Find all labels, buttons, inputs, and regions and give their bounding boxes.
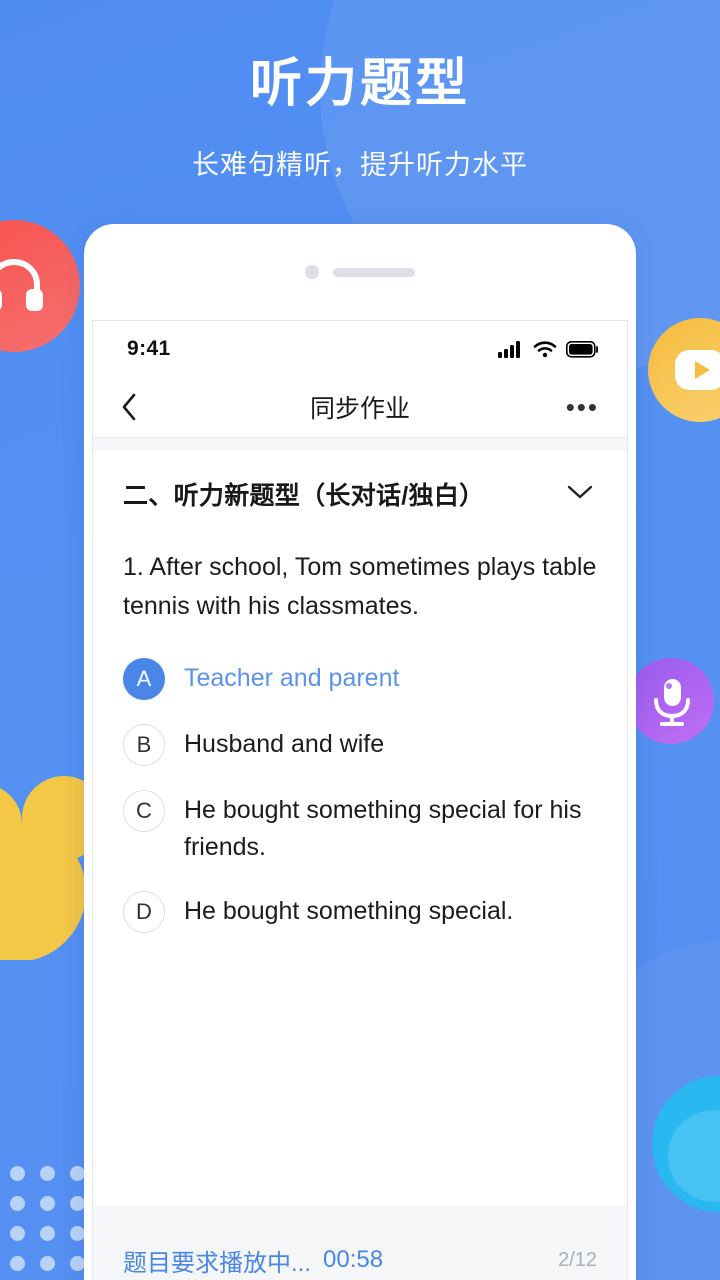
- nav-bar: 同步作业 •••: [93, 377, 627, 437]
- option-d-text: He bought something special.: [184, 896, 514, 925]
- wifi-icon: [533, 341, 557, 358]
- status-time: 9:41: [127, 337, 171, 360]
- option-c[interactable]: C He bought something special for his fr…: [123, 788, 597, 867]
- microphone-icon: [654, 679, 690, 726]
- camera-icon: [305, 265, 319, 279]
- option-a-letter: A: [123, 657, 165, 700]
- chevron-down-icon: [567, 485, 593, 498]
- player-elapsed-time: 00:58: [323, 1246, 384, 1273]
- nav-title: 同步作业: [309, 395, 410, 423]
- headphones-badge: [0, 220, 80, 352]
- status-icons: [498, 340, 599, 358]
- question-content: 二、听力新题型（长对话/独白） 1. After school, Tom som…: [93, 450, 627, 1206]
- speaker-grill: [333, 267, 415, 277]
- play-icon: [675, 350, 720, 390]
- back-button[interactable]: [121, 393, 161, 421]
- option-c-text: He bought something special for his frie…: [184, 795, 582, 862]
- section-header[interactable]: 二、听力新题型（长对话/独白）: [123, 476, 597, 512]
- question-progress-count: 2/12: [558, 1248, 597, 1271]
- question-text: 1. After school, Tom sometimes plays tab…: [123, 553, 597, 620]
- option-b-text: Husband and wife: [184, 729, 385, 758]
- status-bar: 9:41: [93, 321, 627, 377]
- option-b-letter: B: [123, 723, 165, 766]
- nav-shade: [93, 438, 627, 450]
- chevron-left-icon: [122, 393, 136, 421]
- page-title: 听力题型: [249, 55, 470, 113]
- microphone-badge: [628, 658, 714, 744]
- option-b[interactable]: B Husband and wife: [123, 722, 597, 766]
- phone-screen: 9:41 同步作业 ••• 二、听力新题型（长对话/独白） 1. After s…: [92, 320, 628, 1280]
- option-d-letter: D: [123, 890, 165, 933]
- collapse-toggle[interactable]: [563, 480, 597, 509]
- signal-icon: [498, 341, 520, 358]
- option-a-text: Teacher and parent: [184, 663, 400, 692]
- audio-player-bar[interactable]: 题目要求播放中... 00:58 2/12: [93, 1206, 627, 1280]
- phone-notch: [84, 224, 636, 320]
- hero-section: 听力题型 长难句精听，提升听力水平: [0, 0, 720, 182]
- option-d[interactable]: D He bought something special.: [123, 889, 597, 933]
- player-status-label[interactable]: 题目要求播放中...: [123, 1243, 311, 1278]
- headphones-icon: [0, 258, 43, 311]
- phone-mockup: 9:41 同步作业 ••• 二、听力新题型（长对话/独白） 1. After s…: [84, 224, 636, 1280]
- page-subtitle: 长难句精听，提升听力水平: [192, 150, 528, 180]
- battery-icon: [566, 340, 598, 358]
- option-c-letter: C: [123, 789, 165, 832]
- more-options-button[interactable]: •••: [566, 394, 599, 420]
- option-a[interactable]: A Teacher and parent: [123, 656, 597, 700]
- section-title: 二、听力新题型（长对话/独白）: [123, 482, 485, 510]
